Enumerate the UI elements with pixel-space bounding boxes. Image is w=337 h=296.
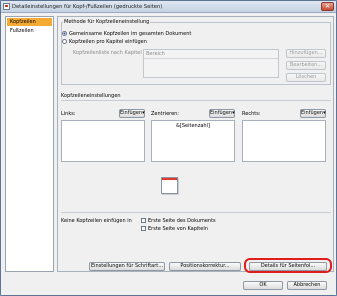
- chapter-list-label: Kopfzeilenliste nach Kapitel: [73, 50, 142, 56]
- font-settings-button[interactable]: Einstellungen für Schriftart...: [89, 262, 165, 271]
- exclusion-divider: [61, 212, 331, 213]
- title-bar[interactable]: Detaileinstellungen für Kopf-/Fußzeilen …: [1, 1, 336, 13]
- nav-item-header[interactable]: Kopfzeilen: [7, 18, 52, 26]
- center-header-field[interactable]: &[Seitenzahl]: [151, 120, 235, 162]
- right-header-field[interactable]: [242, 120, 326, 162]
- center-label: Zentrieren:: [151, 111, 180, 117]
- left-label: Links:: [61, 111, 76, 117]
- add-chapter-button[interactable]: Hinzufügen...: [286, 49, 326, 58]
- nav-item-label: Kopfzeilen: [10, 19, 36, 25]
- nav-item-footer[interactable]: Fußzeilen: [7, 27, 52, 35]
- radio-per-chapter[interactable]: [62, 39, 67, 44]
- highlight-annotation: [244, 258, 332, 273]
- left-header-field[interactable]: [61, 120, 145, 162]
- ok-button[interactable]: OK: [243, 281, 283, 290]
- document-app-icon: [3, 3, 10, 10]
- method-legend: Methode für Kopfzeileneinstellung: [63, 19, 151, 25]
- center-header-value: &[Seitenzahl]: [176, 123, 210, 129]
- position-correction-button[interactable]: Positionskorrektur...: [169, 262, 241, 271]
- exclusion-label: Keine Kopfzeilen einfügen in: [61, 218, 132, 224]
- right-label: Rechts:: [242, 111, 261, 117]
- nav-item-label: Fußzeilen: [10, 28, 34, 34]
- header-settings-heading: Kopfzeileneinstellungen: [61, 93, 121, 99]
- cancel-button[interactable]: Abbrechen: [287, 281, 327, 290]
- insert-right-button[interactable]: Einfügen▾: [300, 109, 326, 118]
- chapter-list[interactable]: Bereich: [143, 49, 279, 78]
- insert-center-button[interactable]: Einfügen▾: [209, 109, 235, 118]
- dialog-window: Detaileinstellungen für Kopf-/Fußzeilen …: [0, 0, 337, 296]
- first-page-chapter-label[interactable]: Erste Seite von Kapiteln: [148, 226, 208, 232]
- radio-per-chapter-label[interactable]: Kopfzeilen pro Kapitel einfügen: [69, 39, 147, 45]
- first-page-document-checkbox[interactable]: [141, 218, 146, 223]
- first-page-document-label[interactable]: Erste Seite des Dokuments: [148, 218, 216, 224]
- chapter-list-header-divider: [144, 58, 278, 59]
- chapter-list-column-header: Bereich: [146, 51, 165, 57]
- header-settings-divider: [61, 100, 331, 101]
- radio-common-header-label[interactable]: Gemeinsame Kopfzeilen im gesamten Dokume…: [69, 31, 191, 37]
- header-preview-thumbnail: [161, 177, 178, 194]
- window-title: Detaileinstellungen für Kopf-/Fußzeilen …: [12, 4, 163, 10]
- insert-left-button[interactable]: Einfügen▾: [119, 109, 145, 118]
- close-button[interactable]: ✕: [321, 2, 334, 11]
- edit-chapter-button[interactable]: Bearbeiten...: [286, 61, 326, 70]
- first-page-chapter-checkbox[interactable]: [141, 226, 146, 231]
- radio-common-header[interactable]: [62, 31, 67, 36]
- section-nav: Kopfzeilen Fußzeilen: [5, 16, 54, 272]
- delete-chapter-button[interactable]: Löschen: [286, 73, 326, 82]
